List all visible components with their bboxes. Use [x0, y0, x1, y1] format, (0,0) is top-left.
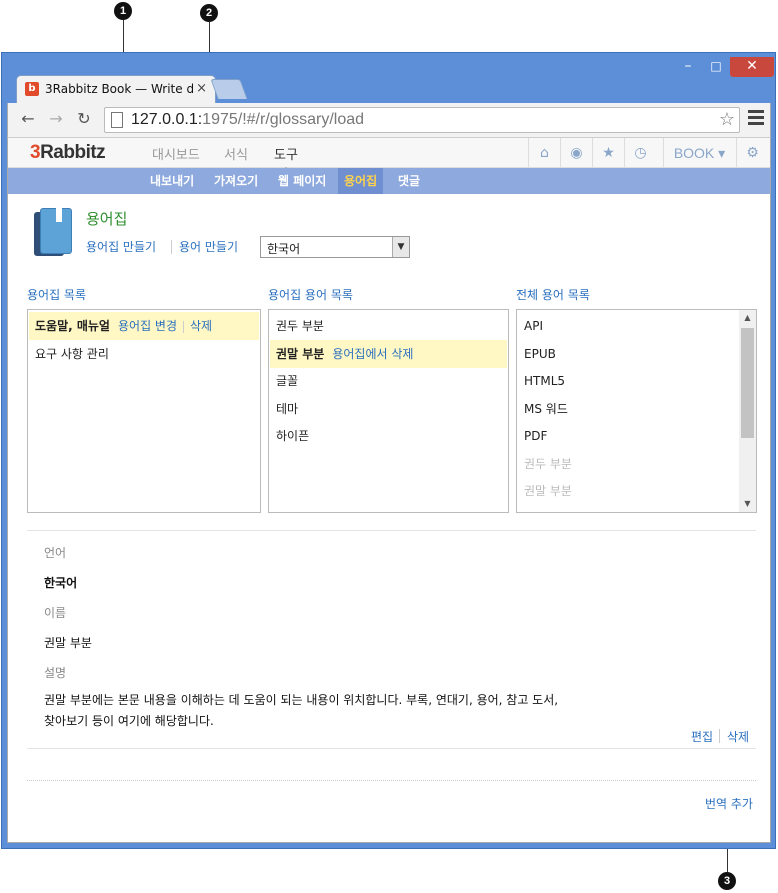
subnav-export[interactable]: 내보내기 [144, 168, 200, 194]
description-line-2: 찾아보기 등이 여기에 해당합니다. [44, 714, 214, 728]
page-content: 3Rabbitz 대시보드 서식 도구 ⌂ ◉ ★ ◷ BOOK ▾ ⚙ 내보내… [7, 137, 771, 843]
all-term-item[interactable]: API [518, 312, 543, 340]
all-term-item[interactable]: 권두 부분 [518, 450, 572, 478]
chevron-down-icon: ▼ [392, 237, 409, 257]
all-terms-scrollbar[interactable]: ▲ ▼ [739, 310, 756, 512]
delete-glossary-link[interactable]: 삭제 [190, 319, 212, 333]
nav-dashboard[interactable]: 대시보드 [152, 144, 200, 163]
tab-close-icon[interactable]: × [196, 81, 207, 96]
page-icon [111, 112, 123, 128]
term-item[interactable]: 권두 부분 [270, 312, 324, 340]
term-item[interactable]: 테마 [270, 395, 298, 423]
browser-window: – □ ✕ b 3Rabbitz Book — Write d × ← → ↻ … [1, 52, 776, 849]
language-value: 한국어 [44, 576, 78, 590]
scroll-thumb[interactable] [741, 328, 754, 438]
all-term-item[interactable]: 권말 부분 [518, 477, 572, 505]
globe-icon[interactable]: ◉ [560, 138, 592, 168]
forward-arrow-icon[interactable]: → [46, 109, 66, 129]
all-terms-title: 전체 용어 목록 [516, 288, 590, 302]
subnav-comments[interactable]: 댓글 [392, 168, 426, 194]
subnav-webpage[interactable]: 웹 페이지 [272, 168, 332, 194]
logo[interactable]: 3Rabbitz [30, 142, 106, 164]
subnav-import[interactable]: 가져오기 [208, 168, 264, 194]
subnav-glossary[interactable]: 용어집 [338, 168, 384, 194]
nav-tools[interactable]: 도구 [274, 144, 298, 171]
logo-number: 3 [30, 142, 41, 163]
app-header: 3Rabbitz 대시보드 서식 도구 ⌂ ◉ ★ ◷ BOOK ▾ ⚙ [8, 138, 770, 171]
section-divider [27, 748, 756, 749]
all-terms-panel: API EPUB HTML5 MS 워드 PDF 권두 부분 권말 부분 ▲ ▼ [516, 309, 757, 513]
close-window-button[interactable]: ✕ [730, 57, 774, 77]
name-label: 이름 [44, 606, 67, 620]
star-icon[interactable]: ★ [592, 138, 624, 168]
glossary-book-icon [34, 208, 72, 256]
title-bar: – □ ✕ b 3Rabbitz Book — Write d × [2, 53, 775, 103]
description-value: 권말 부분에는 본문 내용을 이해하는 데 도움이 되는 내용이 위치합니다. … [44, 690, 604, 732]
edit-glossary-link[interactable]: 용어집 변경 [118, 319, 177, 333]
tools-sub-nav: 내보내기 가져오기 웹 페이지 용어집 댓글 [8, 168, 770, 194]
url-text: 127.0.0.1:1975/!#/r/glossary/load [131, 111, 364, 129]
glossary-item[interactable]: 도움말, 매뉴얼 용어집 변경 삭제 [29, 312, 259, 340]
tab-title: 3Rabbitz Book — Write d [45, 82, 193, 96]
glossary-terms-title: 용어집 용어 목록 [268, 288, 353, 302]
description-label: 설명 [44, 666, 67, 680]
callout-1: 1 [114, 2, 132, 20]
language-select-value: 한국어 [267, 242, 301, 256]
glossary-item-label: 도움말, 매뉴얼 [35, 319, 110, 333]
url-path: 1975/!#/r/glossary/load [202, 111, 365, 128]
url-host: 127.0.0.1: [131, 111, 203, 128]
bookmark-star-icon[interactable]: ☆ [719, 109, 735, 130]
all-term-item[interactable]: MS 워드 [518, 395, 568, 423]
remove-from-glossary-link[interactable]: 용어집에서 삭제 [332, 347, 413, 361]
edit-term-link[interactable]: 편집 [691, 728, 713, 745]
create-glossary-link[interactable]: 용어집 만들기 [86, 238, 156, 255]
logo-text: Rabbitz [40, 142, 106, 163]
term-item[interactable]: 하이픈 [270, 422, 309, 450]
glossary-item[interactable]: 요구 사항 관리 [29, 340, 109, 368]
callout-3: 3 [718, 872, 736, 890]
address-bar[interactable]: 127.0.0.1:1975/!#/r/glossary/load ☆ [104, 107, 740, 133]
browser-toolbar: ← → ↻ 127.0.0.1:1975/!#/r/glossary/load … [7, 103, 771, 137]
page-title: 용어집 [86, 210, 128, 228]
home-icon[interactable]: ⌂ [528, 138, 560, 168]
book-menu-button[interactable]: BOOK ▾ [663, 138, 735, 168]
term-item-label: 권말 부분 [276, 347, 325, 361]
nav-format[interactable]: 서식 [224, 144, 248, 163]
link-divider [171, 240, 172, 254]
create-term-link[interactable]: 용어 만들기 [179, 238, 238, 255]
all-term-item[interactable]: HTML5 [518, 367, 565, 395]
glossary-list-panel: 도움말, 매뉴얼 용어집 변경 삭제 요구 사항 관리 [27, 309, 261, 513]
history-icon[interactable]: ◷ [624, 138, 656, 168]
screenshot-stage: 1 2 3 – □ ✕ b 3Rabbitz Book — Write d × … [0, 0, 778, 893]
reload-icon[interactable]: ↻ [74, 109, 94, 129]
all-term-item[interactable]: PDF [518, 422, 547, 450]
maximize-button[interactable]: □ [702, 57, 730, 77]
settings-gear-icon[interactable]: ⚙ [736, 138, 768, 168]
term-item-selected[interactable]: 권말 부분 용어집에서 삭제 [270, 340, 507, 368]
new-tab-button[interactable] [210, 79, 248, 99]
scroll-up-arrow-icon[interactable]: ▲ [739, 310, 756, 326]
all-term-item[interactable]: EPUB [518, 340, 556, 368]
glossary-terms-panel: 권두 부분 권말 부분 용어집에서 삭제 글꼴 테마 하이픈 [268, 309, 509, 513]
dotted-divider [27, 780, 756, 781]
name-value: 권말 부분 [44, 636, 92, 650]
link-divider [719, 729, 720, 743]
description-line-1: 권말 부분에는 본문 내용을 이해하는 데 도움이 되는 내용이 위치합니다. … [44, 693, 559, 707]
back-arrow-icon[interactable]: ← [18, 109, 38, 129]
add-translation-link[interactable]: 번역 추가 [705, 795, 753, 812]
callout-2: 2 [200, 4, 218, 22]
chrome-menu-icon[interactable] [748, 110, 764, 128]
minimize-button[interactable]: – [674, 57, 702, 77]
language-label: 언어 [44, 546, 67, 560]
favicon-icon: b [25, 82, 39, 96]
section-divider [27, 530, 756, 531]
glossary-list-title: 용어집 목록 [27, 288, 87, 302]
scroll-down-arrow-icon[interactable]: ▼ [739, 496, 756, 512]
language-select[interactable]: 한국어 ▼ [260, 236, 410, 258]
browser-tab[interactable]: b 3Rabbitz Book — Write d × [16, 75, 216, 103]
delete-term-link[interactable]: 삭제 [727, 728, 749, 745]
term-item[interactable]: 글꼴 [270, 367, 298, 395]
